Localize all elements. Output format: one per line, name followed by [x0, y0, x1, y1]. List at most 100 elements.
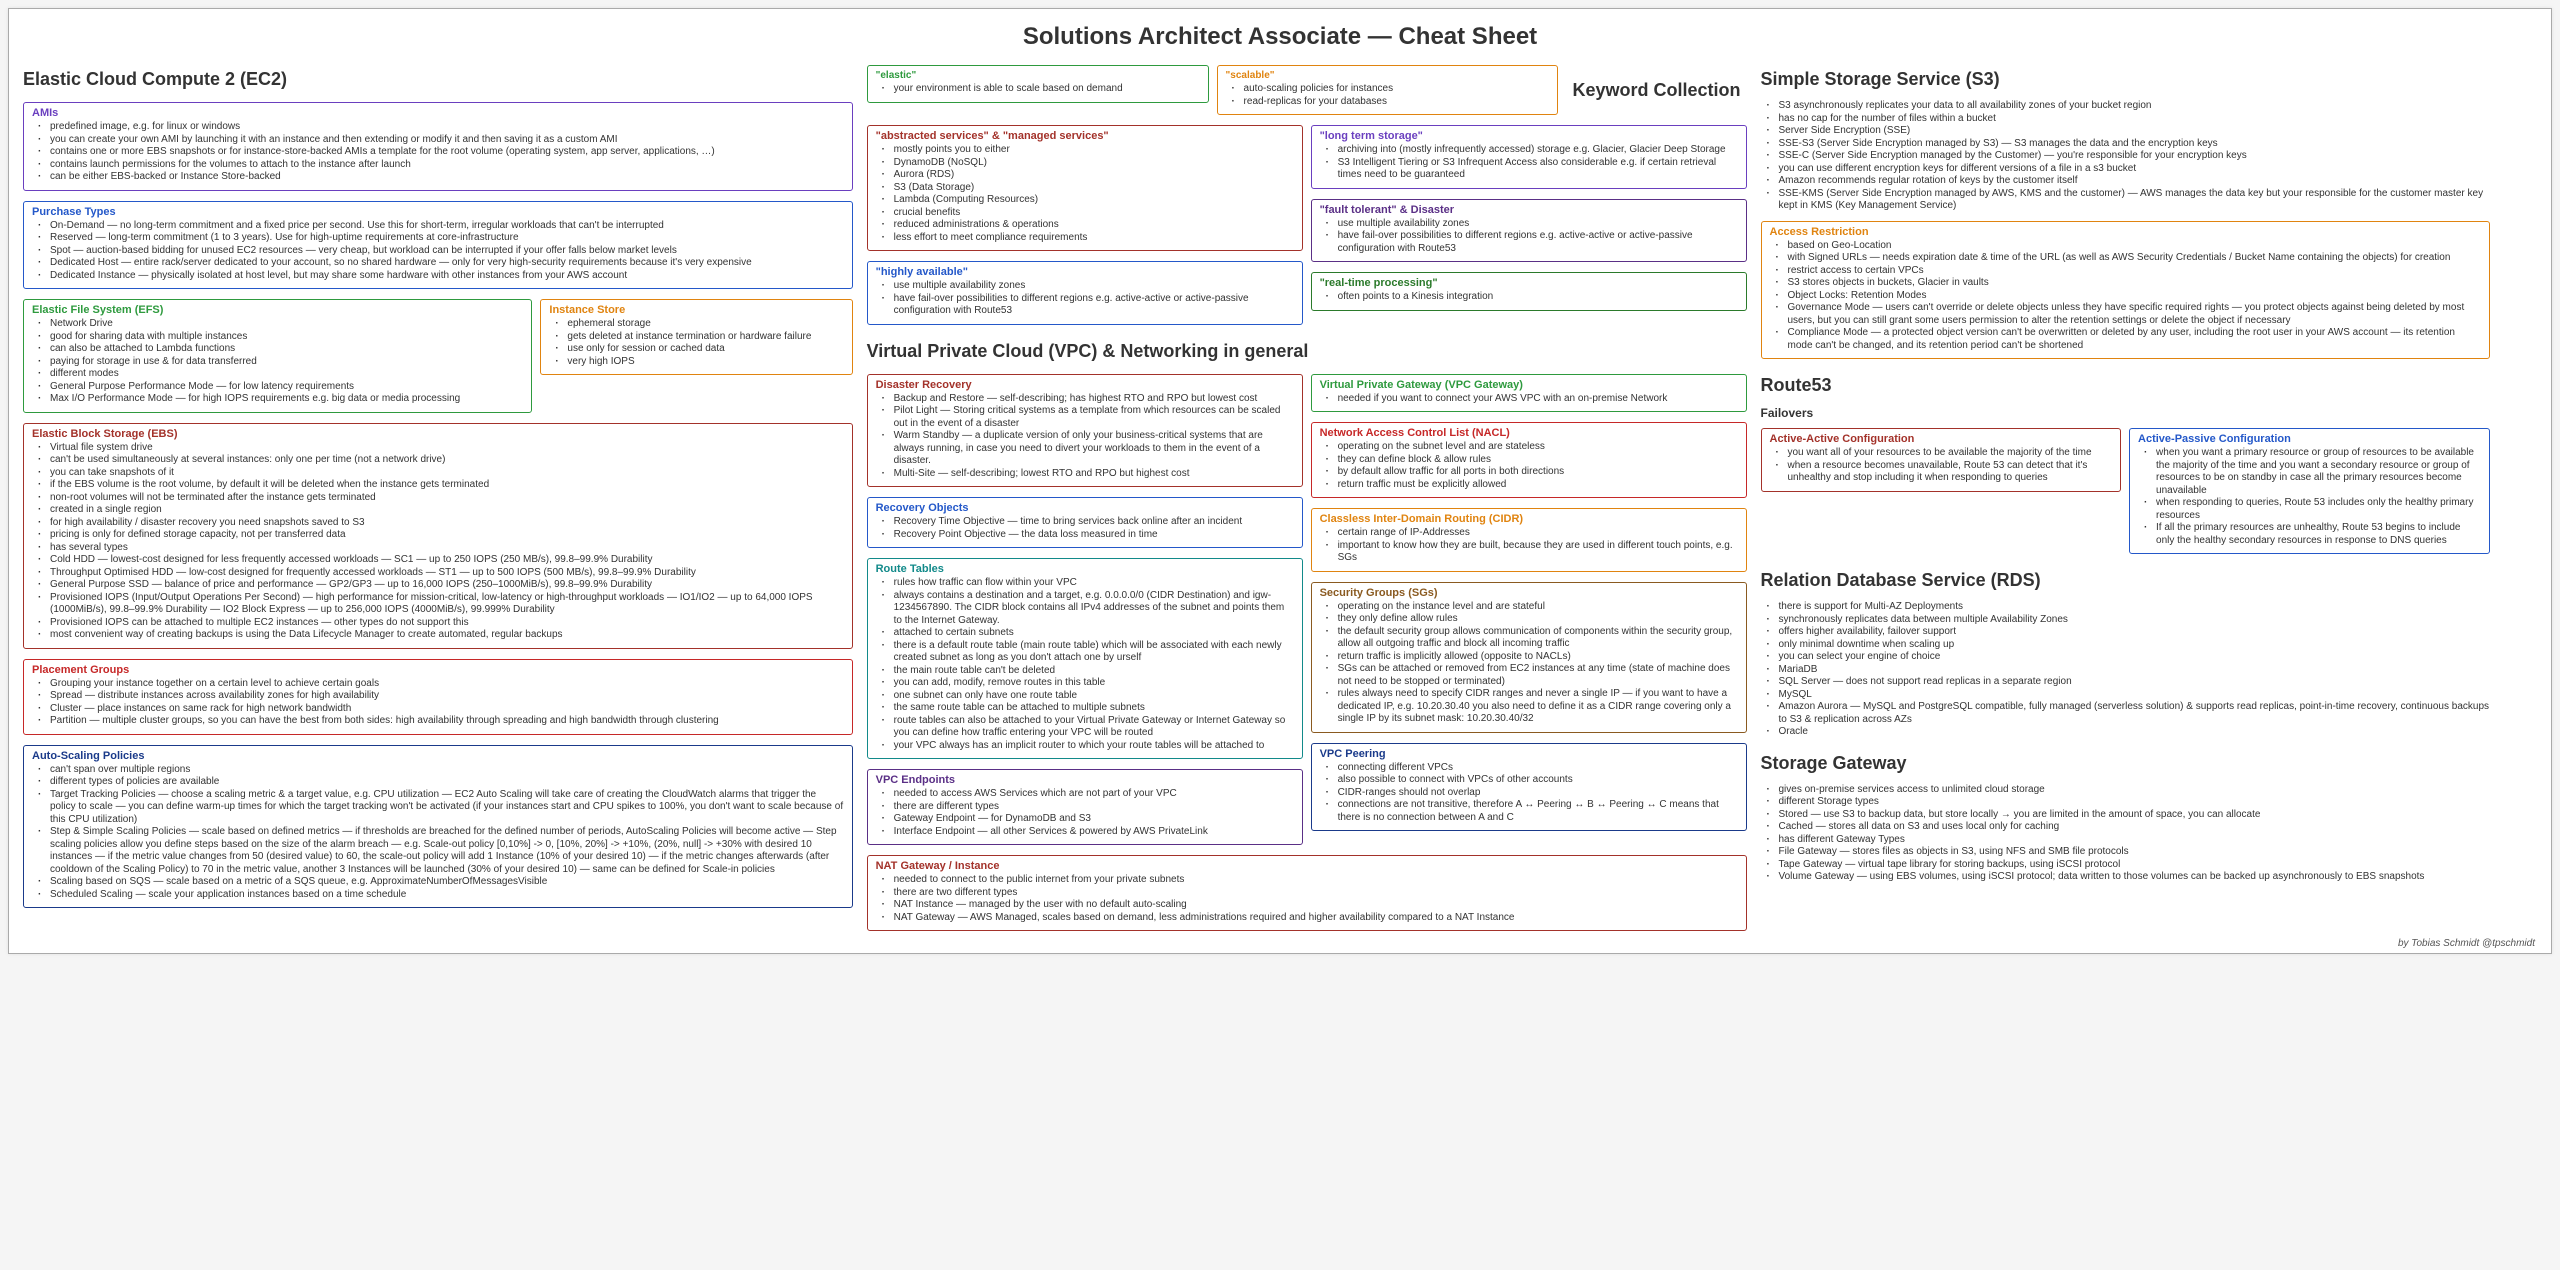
list-item: the same route table can be attached to …	[890, 702, 1294, 715]
list-item: Partition — multiple cluster groups, so …	[46, 715, 844, 728]
list-item: SQL Server — does not support read repli…	[1775, 676, 2490, 689]
list-item: based on Geo-Location	[1784, 240, 2481, 253]
list-item: NAT Gateway — AWS Managed, scales based …	[890, 912, 1738, 925]
list-item: General Purpose SSD — balance of price a…	[46, 579, 844, 592]
list-item: Provisioned IOPS (Input/Output Operation…	[46, 592, 844, 617]
list-item: they can define block & allow rules	[1334, 454, 1738, 467]
list-item: there is support for Multi-AZ Deployment…	[1775, 601, 2490, 614]
list-item: DynamoDB (NoSQL)	[890, 157, 1294, 170]
storage-gateway-list: gives on-premise services access to unli…	[1761, 784, 2490, 884]
list-item: Amazon recommends regular rotation of ke…	[1775, 175, 2490, 188]
list-item: you can create your own AMI by launching…	[46, 134, 844, 147]
list-item: the default security group allows commun…	[1334, 626, 1738, 651]
list-item: Oracle	[1775, 726, 2490, 739]
list-item: very high IOPS	[563, 356, 843, 369]
list-item: Scheduled Scaling — scale your applicati…	[46, 889, 844, 902]
list-item: have fail-over possibilities to differen…	[890, 293, 1294, 318]
list-item: you can use different encryption keys fo…	[1775, 163, 2490, 176]
list-item: needed if you want to connect your AWS V…	[1334, 393, 1738, 406]
list-item: contains launch permissions for the volu…	[46, 159, 844, 172]
list-item: On-Demand — no long-term commitment and …	[46, 220, 844, 233]
list-item: most convenient way of creating backups …	[46, 629, 844, 642]
list-item: archiving into (mostly infrequently acce…	[1334, 144, 1738, 157]
list-item: NAT Instance — managed by the user with …	[890, 899, 1738, 912]
box-vpc-endpoints: VPC Endpoints needed to access AWS Servi…	[867, 769, 1303, 845]
list-item: only minimal downtime when scaling up	[1775, 639, 2490, 652]
list-item: Virtual file system drive	[46, 442, 844, 455]
list-item: Spread — distribute instances across ava…	[46, 690, 844, 703]
list-item: there is a default route table (main rou…	[890, 640, 1294, 665]
list-item: you want all of your resources to be ava…	[1784, 447, 2113, 460]
col-middle: "elastic" your environment is able to sc…	[867, 63, 1747, 933]
list-item: Cluster — place instances on same rack f…	[46, 703, 844, 716]
list-item: predefined image, e.g. for linux or wind…	[46, 121, 844, 134]
list-item: auto-scaling policies for instances	[1240, 83, 1550, 96]
list-item: Lambda (Computing Resources)	[890, 194, 1294, 207]
list-item: Gateway Endpoint — for DynamoDB and S3	[890, 813, 1294, 826]
list-item: contains one or more EBS snapshots or fo…	[46, 146, 844, 159]
list-item: connecting different VPCs	[1334, 762, 1738, 775]
list-item: has different Gateway Types	[1775, 834, 2490, 847]
list-item: rules always need to specify CIDR ranges…	[1334, 688, 1738, 726]
box-kw-fault: "fault tolerant" & Disaster use multiple…	[1311, 199, 1747, 263]
footer-signature: by Tobias Schmidt @tpschmidt	[2398, 938, 2535, 949]
list-item: different Storage types	[1775, 796, 2490, 809]
box-instance-store: Instance Store ephemeral storagegets del…	[540, 299, 852, 375]
box-route-tables: Route Tables rules how traffic can flow …	[867, 558, 1303, 759]
list-item: there are two different types	[890, 887, 1738, 900]
list-item: Cold HDD — lowest-cost designed for less…	[46, 554, 844, 567]
list-item: good for sharing data with multiple inst…	[46, 331, 523, 344]
box-disaster-recovery: Disaster Recovery Backup and Restore — s…	[867, 374, 1303, 488]
list-item: MySQL	[1775, 689, 2490, 702]
list-item: Warm Standby — a duplicate version of on…	[890, 430, 1294, 468]
ec2-heading: Elastic Cloud Compute 2 (EC2)	[23, 69, 853, 90]
s3-heading: Simple Storage Service (S3)	[1761, 69, 2490, 90]
list-item: Grouping your instance together on a cer…	[46, 678, 844, 691]
list-item: your environment is able to scale based …	[890, 83, 1200, 96]
page-title: Solutions Architect Associate — Cheat Sh…	[23, 23, 2537, 51]
box-vpc-peering: VPC Peering connecting different VPCsals…	[1311, 743, 1747, 832]
box-auto-scaling: Auto-Scaling Policies can't span over mu…	[23, 745, 853, 909]
box-kw-ha: "highly available" use multiple availabi…	[867, 261, 1303, 325]
list-item: they only define allow rules	[1334, 613, 1738, 626]
list-item: MariaDB	[1775, 664, 2490, 677]
list-item: can't be used simultaneously at several …	[46, 454, 844, 467]
list-item: when a resource becomes unavailable, Rou…	[1784, 460, 2113, 485]
list-item: Reserved — long-term commitment (1 to 3 …	[46, 232, 844, 245]
list-item: offers higher availability, failover sup…	[1775, 626, 2490, 639]
list-item: there are different types	[890, 801, 1294, 814]
box-kw-realtime: "real-time processing" often points to a…	[1311, 272, 1747, 311]
list-item: Multi-Site — self-describing; lowest RTO…	[890, 468, 1294, 481]
box-kw-elastic: "elastic" your environment is able to sc…	[867, 65, 1209, 103]
rds-list: there is support for Multi-AZ Deployment…	[1761, 601, 2490, 739]
list-item: needed to access AWS Services which are …	[890, 788, 1294, 801]
list-item: CIDR-ranges should not overlap	[1334, 787, 1738, 800]
list-item: different modes	[46, 368, 523, 381]
list-item: less effort to meet compliance requireme…	[890, 232, 1294, 245]
box-nacl: Network Access Control List (NACL) opera…	[1311, 422, 1747, 498]
list-item: restrict access to certain VPCs	[1784, 265, 2481, 278]
route53-heading: Route53	[1761, 375, 2490, 396]
list-item: SSE-C (Server Side Encryption managed by…	[1775, 150, 2490, 163]
box-s3-access: Access Restriction based on Geo-Location…	[1761, 221, 2490, 360]
list-item: SGs can be attached or removed from EC2 …	[1334, 663, 1738, 688]
list-item: can be either EBS-backed or Instance Sto…	[46, 171, 844, 184]
list-item: SSE-S3 (Server Side Encryption managed b…	[1775, 138, 2490, 151]
list-item: created in a single region	[46, 504, 844, 517]
list-item: use multiple availability zones	[1334, 218, 1738, 231]
list-item: you can select your engine of choice	[1775, 651, 2490, 664]
list-item: SSE-KMS (Server Side Encryption managed …	[1775, 188, 2490, 213]
list-item: Dedicated Instance — physically isolated…	[46, 270, 844, 283]
list-item: important to know how they are built, be…	[1334, 540, 1738, 565]
list-item: Network Drive	[46, 318, 523, 331]
cheat-sheet: Solutions Architect Associate — Cheat Sh…	[8, 8, 2552, 954]
list-item: Recovery Point Objective — the data loss…	[890, 529, 1294, 542]
box-amis: AMIs predefined image, e.g. for linux or…	[23, 102, 853, 191]
list-item: use only for session or cached data	[563, 343, 843, 356]
list-item: return traffic is implicitly allowed (op…	[1334, 651, 1738, 664]
list-item: Recovery Time Objective — time to bring …	[890, 516, 1294, 529]
list-item: operating on the instance level and are …	[1334, 601, 1738, 614]
list-item: one subnet can only have one route table	[890, 690, 1294, 703]
box-nat: NAT Gateway / Instance needed to connect…	[867, 855, 1747, 931]
box-ebs: Elastic Block Storage (EBS) Virtual file…	[23, 423, 853, 649]
